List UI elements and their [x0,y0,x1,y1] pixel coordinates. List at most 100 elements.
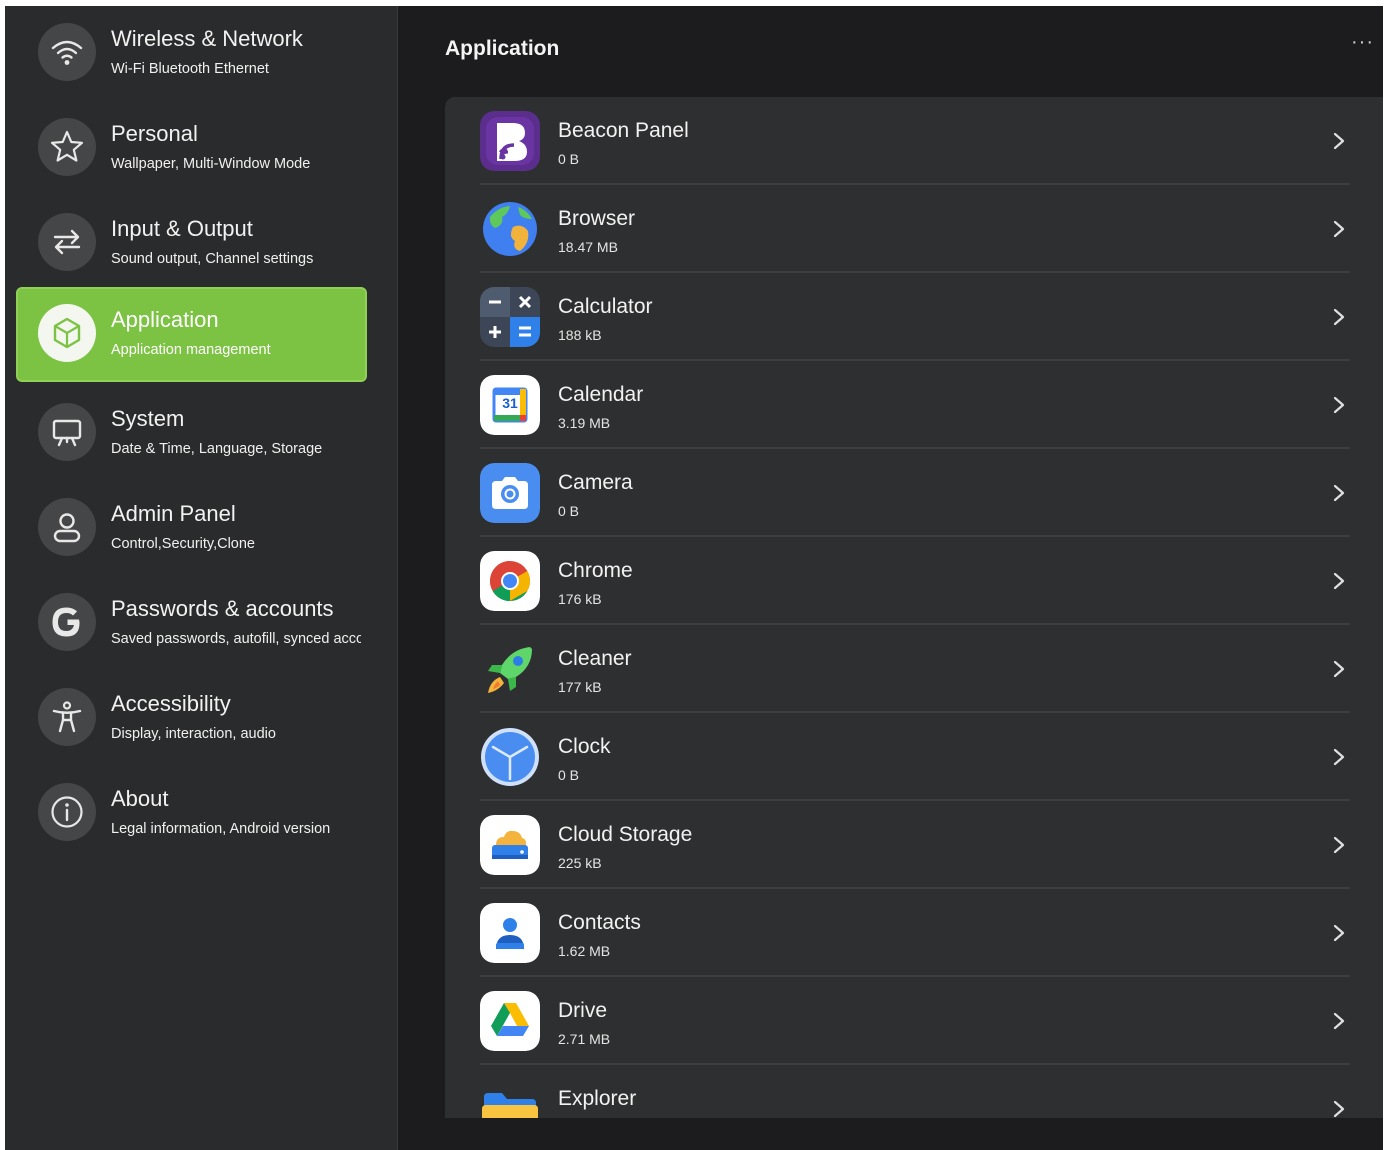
camera-icon [480,463,540,523]
sidebar-item-title: Accessibility [111,691,231,716]
chevron-right-icon [1333,836,1345,854]
chevron-right-icon [1333,220,1345,238]
app-size: 18.47 MB [558,239,618,255]
pane-divider [397,6,398,1150]
sidebar-item-subtitle: Sound output, Channel settings [111,251,314,267]
app-row-chrome[interactable]: Chrome 176 kB [480,537,1350,625]
app-size: 0 B [558,503,580,519]
sidebar: Wireless & Network Wi-Fi Bluetooth Ether… [5,6,397,1150]
sidebar-item-title: Application [111,307,219,332]
sidebar-item-passwords-accounts[interactable]: Passwords & accounts Saved passwords, au… [16,576,367,671]
page-title: Application [445,37,560,60]
app-name: Camera [558,471,633,494]
app-name: Calendar [558,383,644,406]
app-name: Cleaner [558,647,632,670]
beacon-panel-icon [480,111,540,171]
chevron-right-icon [1333,396,1345,414]
sidebar-item-wireless-network[interactable]: Wireless & Network Wi-Fi Bluetooth Ether… [16,6,367,101]
app-size: 188 kB [558,327,602,343]
sidebar-item-subtitle: Wallpaper, Multi-Window Mode [111,156,311,172]
app-size: 225 kB [558,855,602,871]
app-row-beacon-panel[interactable]: Beacon Panel 0 B [480,97,1350,185]
app-size: 0 B [558,767,580,783]
sidebar-item-admin-panel[interactable]: Admin Panel Control,Security,Clone [16,481,367,576]
app-row-cloud-storage[interactable]: Cloud Storage 225 kB [480,801,1350,889]
app-size: 176 kB [558,591,602,607]
chevron-right-icon [1333,1012,1345,1030]
sidebar-item-title: System [111,406,185,431]
app-name: Browser [558,207,636,230]
app-name: Calculator [558,295,653,318]
sidebar-item-title: Personal [111,121,198,146]
sidebar-item-system[interactable]: System Date & Time, Language, Storage [16,386,367,481]
sidebar-item-accessibility[interactable]: Accessibility Display, interaction, audi… [16,671,367,766]
sidebar-item-title: Passwords & accounts [111,596,334,621]
app-row-calculator[interactable]: Calculator 188 kB [480,273,1350,361]
sidebar-item-subtitle: Saved passwords, autofill, synced accoun… [111,631,361,647]
sidebar-item-subtitle: Date & Time, Language, Storage [111,441,323,457]
chevron-right-icon [1333,924,1345,942]
app-row-contacts[interactable]: Contacts 1.62 MB [480,889,1350,977]
app-size: 3.19 MB [558,415,611,431]
app-size: 1.62 MB [558,943,611,959]
app-size: 0 B [558,151,580,167]
app-row-explorer[interactable]: Explorer [480,1065,1350,1118]
app-size: 177 kB [558,679,602,695]
chevron-right-icon [1333,748,1345,766]
app-row-calendar[interactable]: 31 Calendar 3.19 MB [480,361,1350,449]
chevron-right-icon [1333,1100,1345,1118]
person-icon [38,498,96,556]
app-row-cleaner[interactable]: Cleaner 177 kB [480,625,1350,713]
calculator-icon [480,287,540,347]
google-g-icon [38,593,96,651]
app-row-drive[interactable]: Drive 2.71 MB [480,977,1350,1065]
app-size: 2.71 MB [558,1031,611,1047]
chevron-right-icon [1333,484,1345,502]
settings-window: Wireless & Network Wi-Fi Bluetooth Ether… [5,6,1383,1150]
more-options-button[interactable]: ··· [1351,32,1381,56]
sidebar-item-about[interactable]: About Legal information, Android version [16,766,367,861]
chevron-right-icon [1333,660,1345,678]
sidebar-item-subtitle: Legal information, Android version [111,821,331,837]
globe-icon [480,199,540,259]
info-icon [38,783,96,841]
sidebar-item-subtitle: Application management [111,342,271,358]
app-row-browser[interactable]: Browser 18.47 MB [480,185,1350,273]
app-name: Contacts [558,911,641,934]
app-name: Drive [558,999,608,1022]
presentation-board-icon [38,403,96,461]
sidebar-item-input-output[interactable]: Input & Output Sound output, Channel set… [16,196,367,291]
sidebar-item-subtitle: Display, interaction, audio [111,726,276,742]
app-name: Clock [558,735,611,758]
sidebar-item-application[interactable]: Application Application management [16,287,367,382]
app-list: Beacon Panel 0 B Browser 18.47 MB Calcul… [445,97,1383,1118]
calendar-day-label: 31 [502,395,518,411]
sidebar-item-personal[interactable]: Personal Wallpaper, Multi-Window Mode [16,101,367,196]
chevron-right-icon [1333,308,1345,326]
chevron-right-icon [1333,572,1345,590]
app-row-clock[interactable]: Clock 0 B [480,713,1350,801]
contacts-icon [480,903,540,963]
sidebar-item-title: Wireless & Network [111,26,303,51]
star-icon [38,118,96,176]
cloud-drive-icon [480,815,540,875]
sidebar-item-subtitle: Wi-Fi Bluetooth Ethernet [111,61,269,77]
rocket-icon [480,639,540,699]
swap-arrows-icon [38,213,96,271]
app-name: Explorer [558,1087,637,1110]
chrome-icon [480,551,540,611]
calendar-icon: 31 [480,375,540,435]
sidebar-item-title: Admin Panel [111,501,236,526]
clock-icon [480,727,540,787]
app-name: Cloud Storage [558,823,693,846]
chevron-right-icon [1333,132,1345,150]
google-drive-icon [480,991,540,1051]
sidebar-item-subtitle: Control,Security,Clone [111,536,255,552]
folder-icon [480,1079,540,1118]
app-name: Chrome [558,559,633,582]
accessibility-person-icon [38,688,96,746]
sidebar-item-title: About [111,786,169,811]
app-row-camera[interactable]: Camera 0 B [480,449,1350,537]
cube-icon [38,304,96,362]
sidebar-item-title: Input & Output [111,216,253,241]
